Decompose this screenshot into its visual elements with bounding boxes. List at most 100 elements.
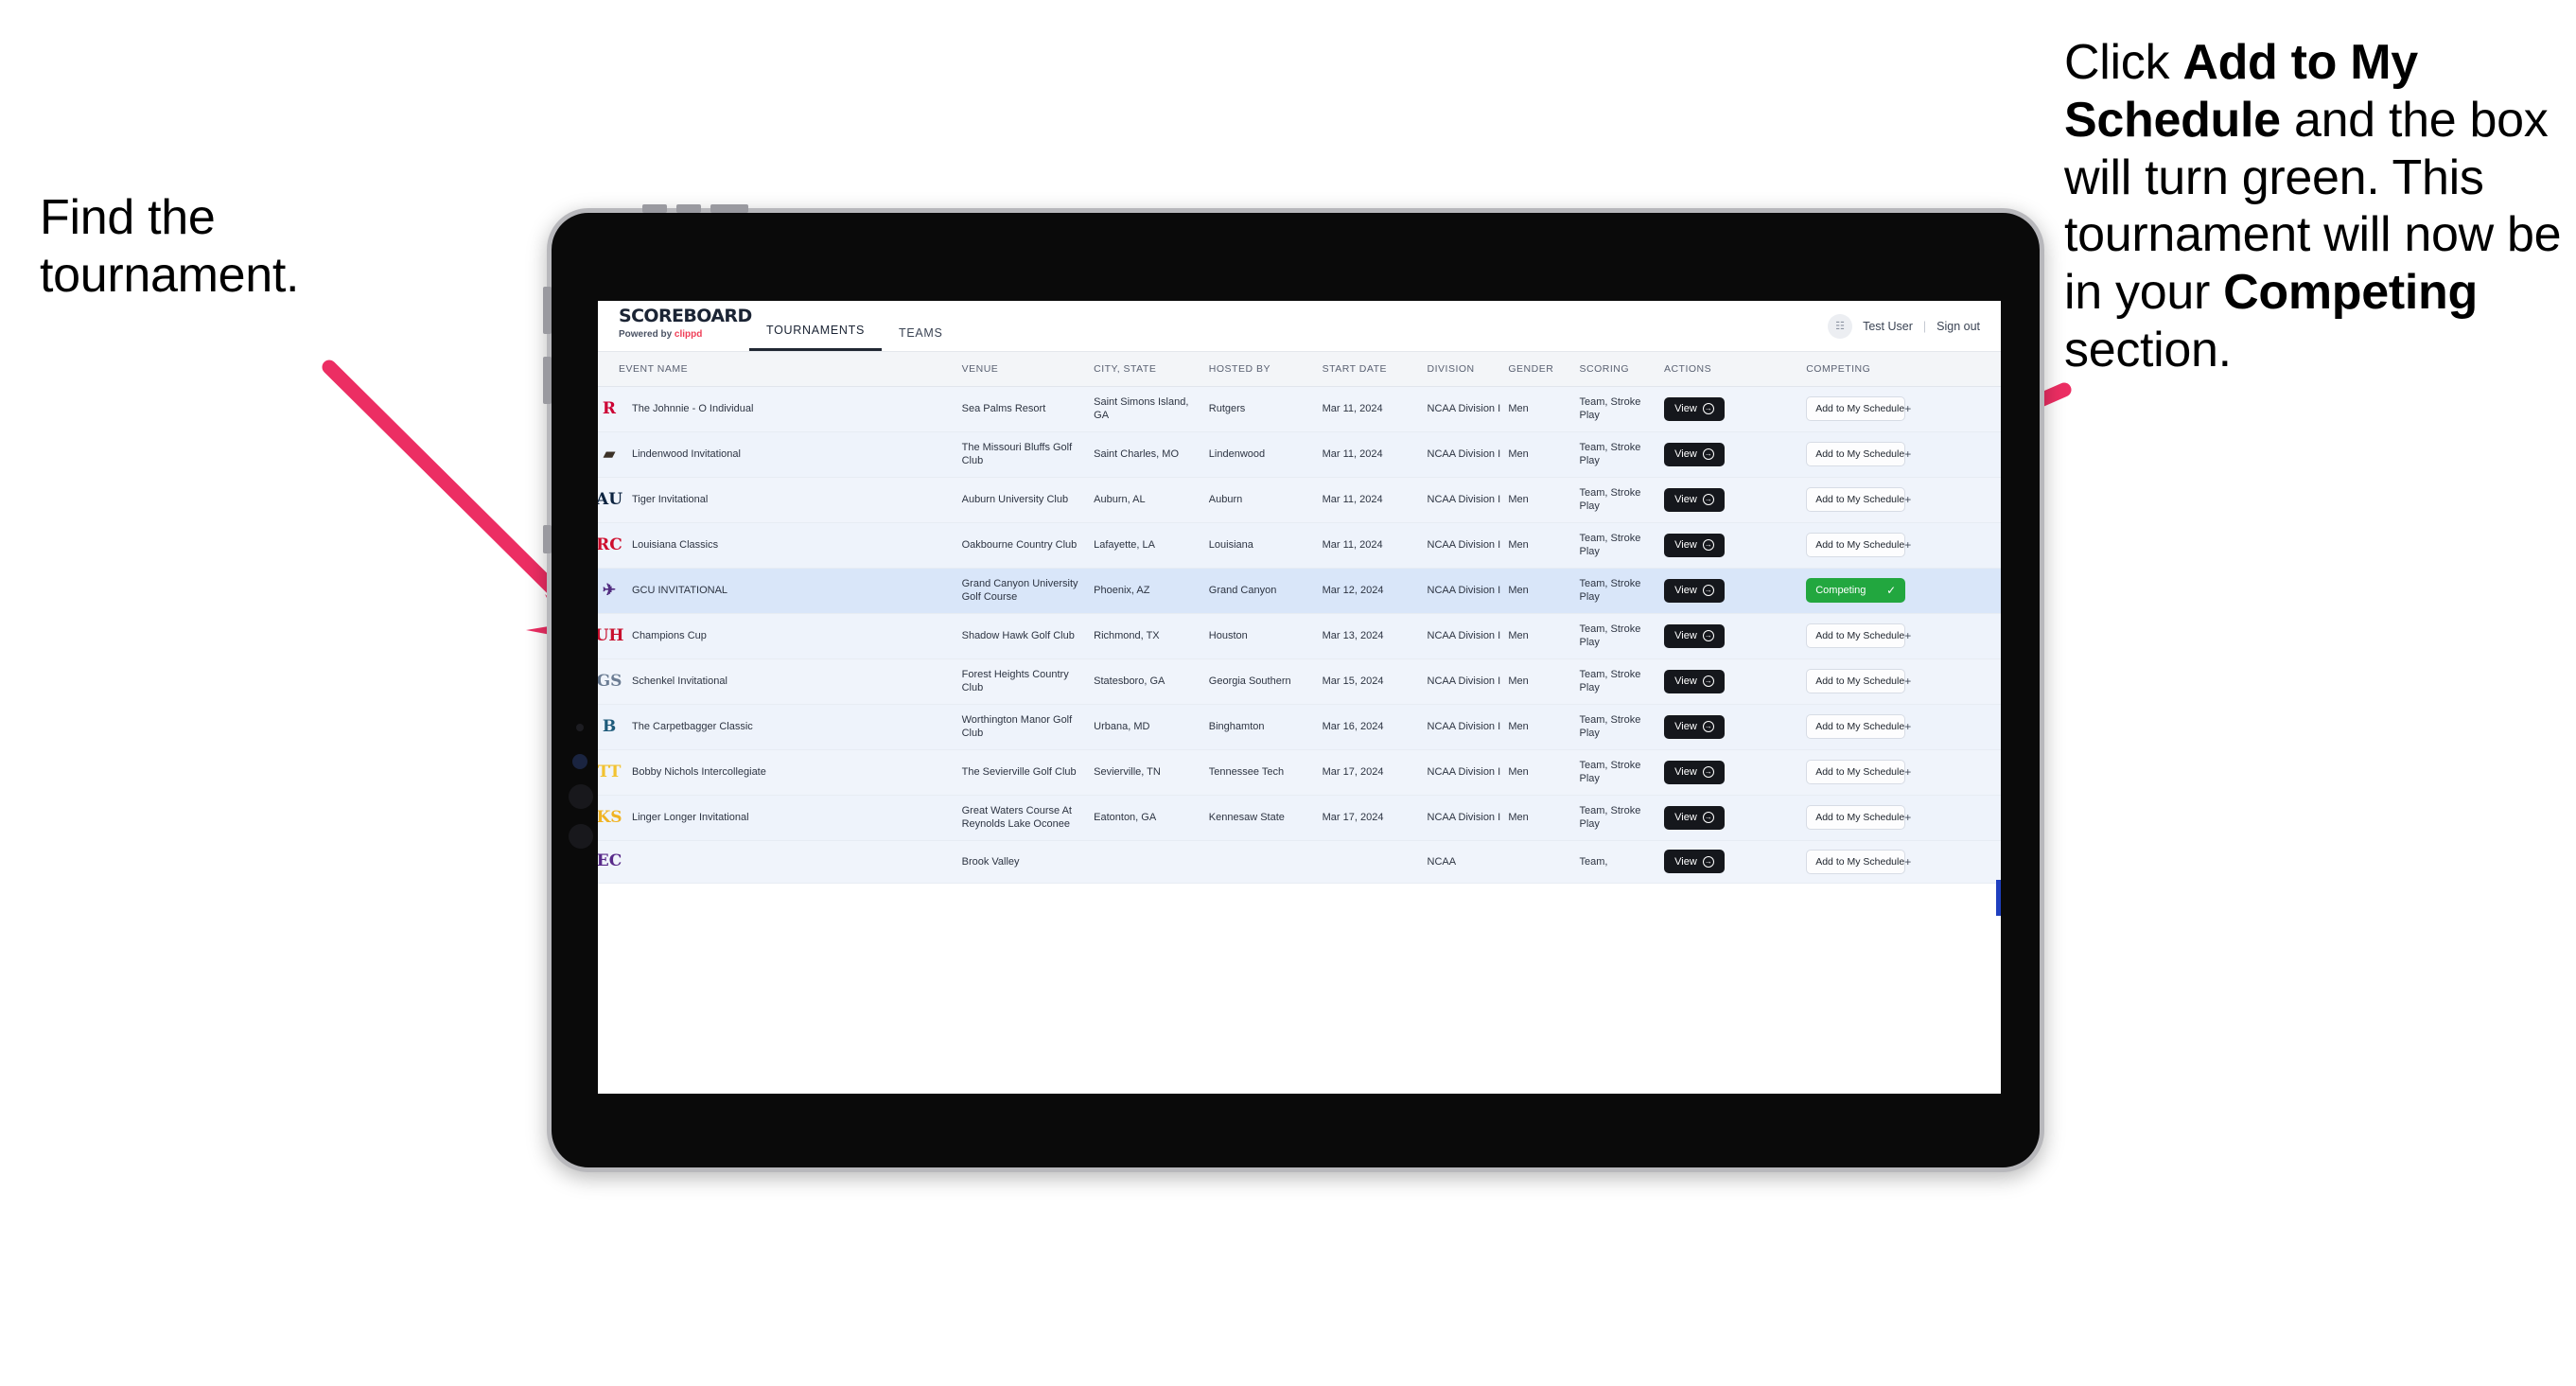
device-button-top-2[interactable] (676, 204, 701, 213)
table-row[interactable]: TT Bobby Nichols Intercollegiate The Sevie… (598, 749, 2001, 796)
view-button[interactable]: View → (1663, 533, 1725, 557)
plus-icon: + (1904, 538, 1912, 553)
device-side-button[interactable] (543, 525, 552, 553)
account-separator: | (1922, 319, 1927, 333)
device-button-top-1[interactable] (642, 204, 667, 213)
view-button[interactable]: View → (1663, 623, 1725, 648)
cell-gender (1508, 840, 1580, 884)
cell-venue: Great Waters Course At Reynolds Lake Oco… (961, 795, 1095, 841)
add-to-my-schedule-button[interactable]: Add to My Schedule + (1806, 849, 1911, 874)
cell-event-name: AU Tiger Invitational (598, 477, 962, 523)
col-gender[interactable]: GENDER (1508, 352, 1580, 387)
tab-teams[interactable]: TEAMS (882, 326, 960, 351)
table-row[interactable]: KS Linger Longer Invitational Great Waters… (598, 795, 2001, 841)
view-button[interactable]: View → (1663, 487, 1725, 512)
vertical-scrollbar[interactable] (1996, 880, 2001, 916)
add-label: Add to My Schedule (1815, 675, 1905, 688)
col-city-state[interactable]: CITY, STATE (1094, 352, 1209, 387)
cell-actions: View → (1663, 749, 1807, 796)
tablet-device-frame: SCOREBOARD Powered by clippd TOURNAMENTS… (543, 204, 2044, 1172)
view-button[interactable]: View → (1663, 669, 1725, 693)
event-name-label: Linger Longer Invitational (632, 812, 749, 824)
add-to-my-schedule-button[interactable]: Add to My Schedule + (1806, 396, 1911, 422)
cell-scoring: Team, Stroke Play (1579, 477, 1664, 523)
competing-button[interactable]: Competing ✓ (1806, 578, 1906, 604)
add-to-my-schedule-button[interactable]: Add to My Schedule + (1806, 442, 1911, 467)
device-volume-down-button[interactable] (543, 357, 552, 404)
brand-logo[interactable]: SCOREBOARD Powered by clippd (598, 301, 752, 351)
sensor-dot-icon (576, 724, 584, 731)
plus-icon: + (1904, 493, 1912, 507)
col-hosted-by[interactable]: HOSTED BY (1208, 352, 1323, 387)
add-to-my-schedule-button[interactable]: Add to My Schedule + (1806, 714, 1911, 740)
view-button[interactable]: View → (1663, 714, 1725, 739)
cell-gender: Men (1508, 477, 1580, 523)
add-label: Add to My Schedule (1815, 448, 1905, 461)
table-row[interactable]: B The Carpetbagger Classic Worthington Man… (598, 704, 2001, 750)
view-label: View (1674, 403, 1697, 415)
col-start-date[interactable]: START DATE (1322, 352, 1428, 387)
sign-out-link[interactable]: Sign out (1936, 320, 1980, 333)
view-button[interactable]: View → (1663, 805, 1725, 830)
table-row[interactable]: GS Schenkel Invitational Forest Heights Co… (598, 658, 2001, 705)
cell-venue: Forest Heights Country Club (961, 658, 1095, 705)
cell-event-name: EC (598, 840, 962, 884)
plus-icon: + (1904, 811, 1912, 825)
cell-city-state (1094, 840, 1209, 884)
view-label: View (1674, 855, 1697, 868)
cell-venue: Oakbourne Country Club (961, 522, 1095, 569)
add-to-my-schedule-button[interactable]: Add to My Schedule + (1806, 487, 1911, 513)
cell-actions: View → (1663, 795, 1807, 841)
col-scoring[interactable]: SCORING (1579, 352, 1664, 387)
cell-actions: View → (1663, 431, 1807, 478)
table-row[interactable]: R The Johnnie - O Individual Sea Palms Res… (598, 386, 2001, 432)
team-logo-icon: RC (598, 535, 622, 554)
add-to-my-schedule-button[interactable]: Add to My Schedule + (1806, 805, 1911, 831)
col-competing: COMPETING (1806, 352, 2001, 387)
cell-competing: Add to My Schedule + (1806, 386, 2001, 432)
user-name-label[interactable]: Test User (1863, 320, 1913, 333)
tournaments-table-container[interactable]: EVENT NAME VENUE CITY, STATE HOSTED BY S… (598, 352, 2001, 1094)
view-button[interactable]: View → (1663, 578, 1725, 603)
table-row[interactable]: RC Louisiana Classics Oakbourne Country Cl… (598, 522, 2001, 569)
cell-scoring: Team, (1579, 840, 1664, 884)
cell-hosted-by: Georgia Southern (1208, 658, 1323, 705)
view-button[interactable]: View → (1663, 850, 1725, 874)
speaker-hole-icon-2 (569, 824, 593, 849)
col-venue[interactable]: VENUE (961, 352, 1095, 387)
table-row[interactable]: UH Champions Cup Shadow Hawk Golf Club Rich… (598, 613, 2001, 659)
tab-tournaments[interactable]: TOURNAMENTS (749, 324, 883, 351)
table-row[interactable]: ▰ Lindenwood Invitational The Missouri Blu… (598, 431, 2001, 478)
add-to-my-schedule-button[interactable]: Add to My Schedule + (1806, 533, 1911, 558)
cell-hosted-by: Rutgers (1208, 386, 1323, 432)
table-row[interactable]: AU Tiger Invitational Auburn University Cl… (598, 477, 2001, 523)
arrow-right-circle-icon: → (1702, 585, 1714, 597)
view-button[interactable]: View → (1663, 760, 1725, 784)
arrow-right-circle-icon: → (1702, 766, 1714, 779)
view-label: View (1674, 494, 1697, 506)
add-to-my-schedule-button[interactable]: Add to My Schedule + (1806, 760, 1911, 785)
cell-actions: View → (1663, 840, 1807, 884)
annotation-find-tournament: Find the tournament. (40, 190, 300, 304)
cell-start-date: Mar 12, 2024 (1322, 568, 1428, 614)
col-event-name[interactable]: EVENT NAME (598, 352, 962, 387)
table-row[interactable]: ✈ GCU INVITATIONAL Grand Canyon University… (598, 568, 2001, 614)
table-body: R The Johnnie - O Individual Sea Palms Res… (598, 386, 2001, 884)
cell-venue: The Missouri Bluffs Golf Club (961, 431, 1095, 478)
cell-scoring: Team, Stroke Play (1579, 568, 1664, 614)
col-division[interactable]: DIVISION (1427, 352, 1509, 387)
device-volume-up-button[interactable] (543, 287, 552, 334)
table-row[interactable]: EC Brook Valley NCAA Team, View → Add to My Sc… (598, 840, 2001, 884)
cell-gender: Men (1508, 613, 1580, 659)
cell-competing: Add to My Schedule + (1806, 613, 2001, 659)
add-to-my-schedule-button[interactable]: Add to My Schedule + (1806, 623, 1911, 649)
team-logo-icon: B (602, 716, 617, 736)
device-button-top-3[interactable] (710, 204, 748, 213)
cell-gender: Men (1508, 431, 1580, 478)
cell-city-state: Eatonton, GA (1094, 795, 1209, 841)
event-name-label: Lindenwood Invitational (632, 447, 741, 460)
user-avatar-icon[interactable]: ☷ (1828, 313, 1853, 339)
view-button[interactable]: View → (1663, 396, 1725, 421)
add-to-my-schedule-button[interactable]: Add to My Schedule + (1806, 669, 1911, 694)
view-button[interactable]: View → (1663, 442, 1725, 466)
